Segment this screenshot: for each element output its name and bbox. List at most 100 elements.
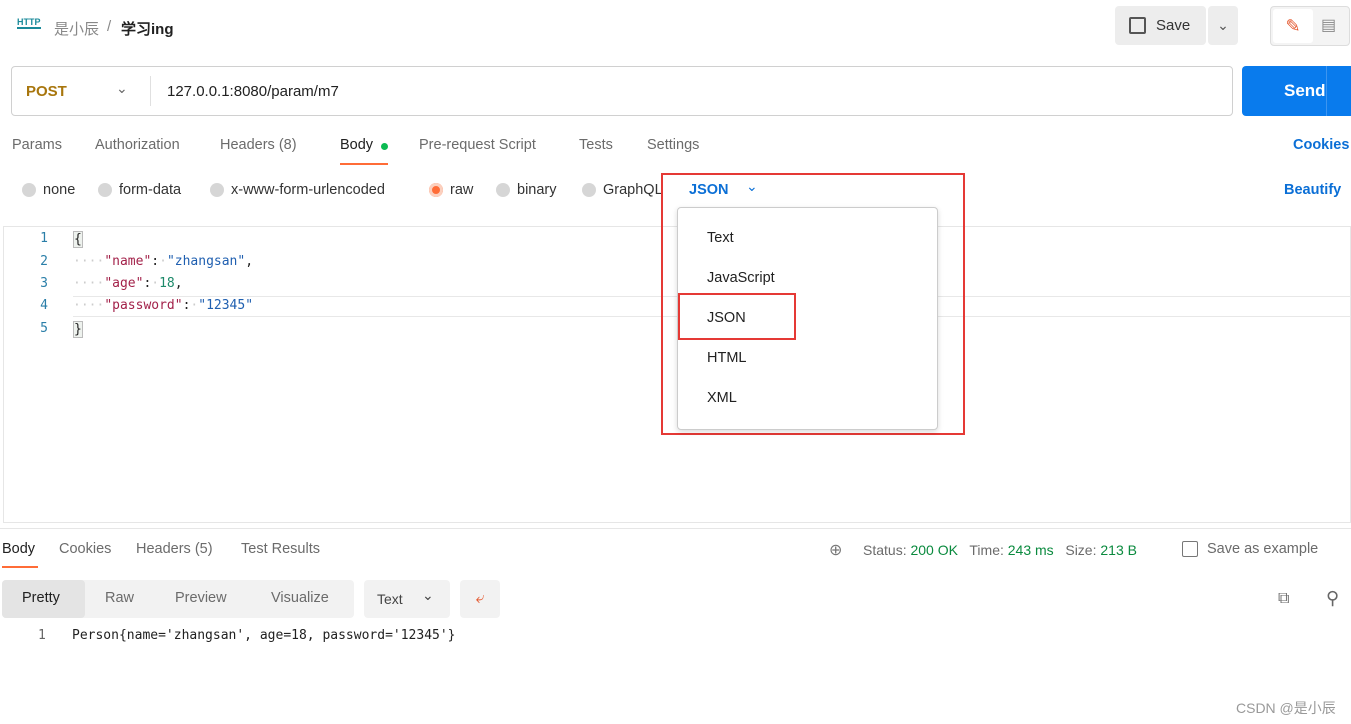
response-tab-headers[interactable]: Headers (5) xyxy=(136,541,213,557)
response-tab-cookies[interactable]: Cookies xyxy=(59,541,111,557)
time-label: Time: xyxy=(969,542,1004,558)
divider xyxy=(0,528,1351,529)
save-button[interactable]: Save xyxy=(1115,6,1206,45)
radio-form-data[interactable]: form-data xyxy=(98,182,181,198)
tab-headers[interactable]: Headers (8) xyxy=(220,137,297,153)
json-highlight-box xyxy=(678,293,796,340)
beautify-link[interactable]: Beautify xyxy=(1284,182,1341,198)
tab-tests[interactable]: Tests xyxy=(579,137,613,153)
tab-params[interactable]: Params xyxy=(12,137,62,153)
code-line: ····"age":·18, xyxy=(73,276,183,291)
tab-settings[interactable]: Settings xyxy=(647,137,699,153)
status-value[interactable]: 200 OK xyxy=(910,542,957,558)
menu-item-xml[interactable]: XML xyxy=(707,390,737,406)
json-key: "password" xyxy=(104,298,183,313)
format-label: Text xyxy=(377,591,403,607)
json-value: "zhangsan" xyxy=(166,254,246,269)
method-select[interactable]: POST xyxy=(26,83,67,100)
radio-raw[interactable]: raw xyxy=(429,182,473,198)
tab-body[interactable]: Body xyxy=(340,137,373,153)
json-key: "age" xyxy=(104,276,144,291)
radio-none[interactable]: none xyxy=(22,182,75,198)
size-value[interactable]: 213 B xyxy=(1100,542,1137,558)
radio-label: x-www-form-urlencoded xyxy=(231,182,385,198)
chevron-down-icon: ⌄ xyxy=(422,587,434,603)
radio-label: raw xyxy=(450,182,474,198)
menu-item-text[interactable]: Text xyxy=(707,230,734,246)
radio-binary[interactable]: binary xyxy=(496,182,557,198)
watermark: CSDN @是小辰 xyxy=(1236,700,1336,716)
json-key: "name" xyxy=(104,254,152,269)
response-tab-test-results[interactable]: Test Results xyxy=(241,541,320,557)
line-number: 3 xyxy=(40,276,48,291)
send-divider xyxy=(1326,66,1327,116)
http-icon: HTTP xyxy=(17,17,41,29)
size-label: Size: xyxy=(1065,542,1097,558)
radio-label: GraphQL xyxy=(603,182,663,198)
divider xyxy=(150,76,151,106)
save-icon xyxy=(1182,541,1198,557)
search-icon[interactable]: ⚲ xyxy=(1326,588,1339,609)
view-visualize[interactable]: Visualize xyxy=(271,590,329,606)
chevron-down-icon[interactable]: ⌄ xyxy=(116,80,128,97)
wrap-lines-button[interactable]: ⤶ xyxy=(460,580,500,618)
view-pretty[interactable]: Pretty xyxy=(22,590,60,606)
line-number: 1 xyxy=(40,231,48,246)
menu-item-javascript[interactable]: JavaScript xyxy=(707,270,775,286)
url-input[interactable]: 127.0.0.1:8080/param/m7 xyxy=(167,83,339,100)
request-name[interactable]: 学习ing xyxy=(121,18,174,39)
radio-icon xyxy=(582,183,596,197)
tab-pre-request-script[interactable]: Pre-request Script xyxy=(419,137,536,153)
radio-icon xyxy=(22,183,36,197)
json-value: "12345" xyxy=(198,298,254,313)
response-tab-body[interactable]: Body xyxy=(2,541,35,557)
radio-label: binary xyxy=(517,182,557,198)
radio-icon xyxy=(210,183,224,197)
send-button[interactable]: Send xyxy=(1242,66,1351,116)
brace: { xyxy=(74,232,82,247)
view-raw[interactable]: Raw xyxy=(105,590,134,606)
pencil-icon[interactable]: ✎ xyxy=(1273,9,1313,43)
radio-icon xyxy=(98,183,112,197)
edit-toggle[interactable]: ✎ ▤ xyxy=(1270,6,1350,46)
radio-label: form-data xyxy=(119,182,182,198)
radio-x-www-form-urlencoded[interactable]: x-www-form-urlencoded xyxy=(210,182,385,198)
code-line: { xyxy=(73,231,83,248)
status-label: Status: xyxy=(863,542,907,558)
send-label: Send xyxy=(1284,81,1326,100)
save-dropdown-button[interactable]: ⌄ xyxy=(1208,6,1238,45)
code-line: ····"name":·"zhangsan", xyxy=(73,254,254,269)
time-value[interactable]: 243 ms xyxy=(1008,542,1054,558)
save-label: Save xyxy=(1156,17,1191,34)
globe-icon[interactable]: ⊕ xyxy=(829,540,842,560)
save-as-example-button[interactable]: Save as example xyxy=(1182,541,1318,557)
json-value: 18 xyxy=(159,276,175,291)
save-icon xyxy=(1129,17,1146,34)
brace: } xyxy=(74,322,82,337)
code-line: } xyxy=(73,321,83,338)
breadcrumb-separator: / xyxy=(107,18,112,35)
view-preview[interactable]: Preview xyxy=(175,590,227,606)
radio-label: none xyxy=(43,182,76,198)
line-number: 4 xyxy=(40,298,48,313)
cookies-link[interactable]: Cookies xyxy=(1293,137,1349,153)
active-tab-underline xyxy=(340,163,388,165)
comment-icon[interactable]: ▤ xyxy=(1321,15,1336,35)
response-output: Person{name='zhangsan', age=18, password… xyxy=(72,628,456,643)
line-number: 5 xyxy=(40,321,48,336)
line-number: 2 xyxy=(40,254,48,269)
active-tab-underline xyxy=(2,566,38,568)
response-meta: Status: 200 OK Time: 243 ms Size: 213 B xyxy=(863,542,1137,558)
menu-item-html[interactable]: HTML xyxy=(707,350,746,366)
tab-authorization[interactable]: Authorization xyxy=(95,137,180,153)
radio-icon xyxy=(496,183,510,197)
code-line: ····"password":·"12345" xyxy=(73,298,254,313)
line-number: 1 xyxy=(38,628,46,643)
response-format-select[interactable]: Text ⌄ xyxy=(364,580,450,618)
body-indicator-dot xyxy=(381,143,388,150)
radio-selected-icon xyxy=(429,183,443,197)
radio-graphql[interactable]: GraphQL xyxy=(582,182,663,198)
save-example-label: Save as example xyxy=(1207,541,1319,557)
workspace-breadcrumb[interactable]: 是小辰 xyxy=(54,18,99,39)
copy-icon[interactable]: ⧉ xyxy=(1278,590,1289,608)
